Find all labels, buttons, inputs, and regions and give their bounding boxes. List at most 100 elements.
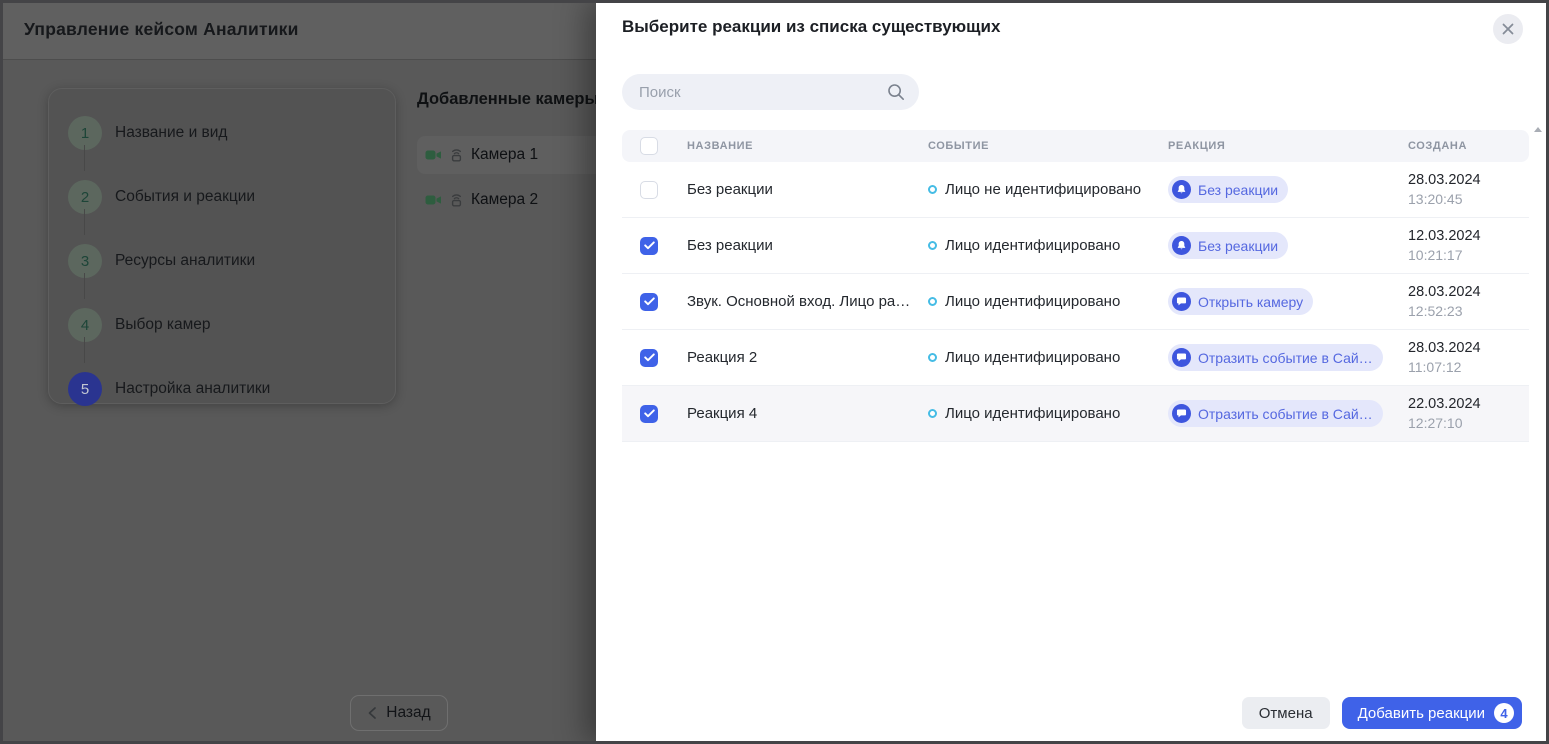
column-header-reaction: РЕАКЦИЯ xyxy=(1168,140,1408,152)
event-name: Лицо идентифицировано xyxy=(945,293,1120,310)
selected-count-badge: 4 xyxy=(1494,703,1514,723)
table-row[interactable]: Без реакции Лицо не идентифицировано Без… xyxy=(622,162,1529,218)
reaction-badge-label: Отразить событие в Сай… xyxy=(1198,350,1373,366)
x-icon xyxy=(1502,23,1514,35)
reaction-badge-label: Отразить событие в Сай… xyxy=(1198,406,1373,422)
step-4-camera-selection[interactable]: 4 Выбор камер xyxy=(68,293,395,357)
event-name: Лицо идентифицировано xyxy=(945,405,1120,422)
table-row[interactable]: Реакция 2 Лицо идентифицировано Отразить… xyxy=(622,330,1529,386)
network-device-icon xyxy=(448,192,465,208)
reaction-badge: Отразить событие в Сай… xyxy=(1168,344,1383,371)
event-status-dot-icon xyxy=(928,409,937,418)
check-icon xyxy=(644,241,655,250)
step-connector xyxy=(84,273,85,299)
step-3-circle: 3 xyxy=(68,244,102,278)
created-date: 22.03.2024 xyxy=(1408,396,1529,412)
select-reactions-modal: Выберите реакции из списка существующих … xyxy=(596,0,1549,744)
reaction-badge: Без реакции xyxy=(1168,232,1288,259)
video-camera-icon xyxy=(425,148,442,162)
step-5-analytics-settings[interactable]: 5 Настройка аналитики xyxy=(68,357,395,421)
event-name: Лицо не идентифицировано xyxy=(945,181,1141,198)
step-1-label: Название и вид xyxy=(115,124,227,142)
reaction-name: Реакция 4 xyxy=(687,405,928,422)
bell-icon xyxy=(1172,236,1191,255)
search-box xyxy=(622,74,919,110)
added-cameras-title: Добавленные камеры xyxy=(417,90,599,109)
select-all-checkbox[interactable] xyxy=(640,137,658,155)
event-name: Лицо идентифицировано xyxy=(945,349,1120,366)
table-row[interactable]: Реакция 4 Лицо идентифицировано Отразить… xyxy=(622,386,1529,442)
created-date: 28.03.2024 xyxy=(1408,172,1529,188)
chat-bubble-icon xyxy=(1172,348,1191,367)
step-3-analytics-resources[interactable]: 3 Ресурсы аналитики xyxy=(68,229,395,293)
check-icon xyxy=(644,409,655,418)
step-3-label: Ресурсы аналитики xyxy=(115,252,255,270)
reaction-badge-label: Открыть камеру xyxy=(1198,294,1303,310)
add-reactions-label: Добавить реакции xyxy=(1358,705,1485,722)
step-connector xyxy=(84,209,85,235)
created-time: 12:52:23 xyxy=(1408,303,1529,319)
column-header-created: СОЗДАНА xyxy=(1408,140,1529,152)
reaction-badge-label: Без реакции xyxy=(1198,182,1278,198)
reactions-table: НАЗВАНИЕ СОБЫТИЕ РЕАКЦИЯ СОЗДАНА Без реа… xyxy=(622,130,1529,442)
step-2-label: События и реакции xyxy=(115,188,255,206)
row-checkbox[interactable] xyxy=(640,349,658,367)
reaction-badge: Отразить событие в Сай… xyxy=(1168,400,1383,427)
page-title: Управление кейсом Аналитики xyxy=(24,19,299,40)
search-input[interactable] xyxy=(622,84,887,101)
table-row[interactable]: Без реакции Лицо идентифицировано Без ре… xyxy=(622,218,1529,274)
column-header-name: НАЗВАНИЕ xyxy=(687,140,928,152)
reaction-name: Реакция 2 xyxy=(687,349,928,366)
video-camera-icon xyxy=(425,193,442,207)
step-5-label: Настройка аналитики xyxy=(115,380,270,398)
reaction-badge: Открыть камеру xyxy=(1168,288,1313,315)
magnifier-icon[interactable] xyxy=(887,83,919,101)
chat-bubble-icon xyxy=(1172,292,1191,311)
step-4-label: Выбор камер xyxy=(115,316,211,334)
bell-icon xyxy=(1172,180,1191,199)
table-row[interactable]: Звук. Основной вход. Лицо ра… Лицо идент… xyxy=(622,274,1529,330)
created-date: 28.03.2024 xyxy=(1408,340,1529,356)
back-button-label: Назад xyxy=(386,704,430,722)
reaction-name: Без реакции xyxy=(687,181,928,198)
row-checkbox[interactable] xyxy=(640,181,658,199)
reaction-badge: Без реакции xyxy=(1168,176,1288,203)
step-2-events-reactions[interactable]: 2 События и реакции xyxy=(68,165,395,229)
camera-list-item-2[interactable]: Камера 2 xyxy=(417,181,617,219)
row-checkbox[interactable] xyxy=(640,237,658,255)
camera-label: Камера 1 xyxy=(471,146,538,164)
step-1-name-and-type[interactable]: 1 Название и вид xyxy=(68,101,395,165)
table-header-row: НАЗВАНИЕ СОБЫТИЕ РЕАКЦИЯ СОЗДАНА xyxy=(622,130,1529,162)
scrollbar-up-arrow-icon[interactable] xyxy=(1534,127,1542,132)
event-status-dot-icon xyxy=(928,241,937,250)
wizard-stepper: 1 Название и вид 2 События и реакции 3 Р… xyxy=(48,88,396,404)
step-4-circle: 4 xyxy=(68,308,102,342)
event-status-dot-icon xyxy=(928,353,937,362)
created-time: 13:20:45 xyxy=(1408,191,1529,207)
created-time: 11:07:12 xyxy=(1408,359,1529,375)
step-2-circle: 2 xyxy=(68,180,102,214)
step-5-circle: 5 xyxy=(68,372,102,406)
add-reactions-button[interactable]: Добавить реакции 4 xyxy=(1342,697,1522,729)
step-connector xyxy=(84,145,85,171)
row-checkbox[interactable] xyxy=(640,293,658,311)
reaction-name: Без реакции xyxy=(687,237,928,254)
cancel-button[interactable]: Отмена xyxy=(1242,697,1330,729)
network-device-icon xyxy=(448,147,465,163)
column-header-event: СОБЫТИЕ xyxy=(928,140,1168,152)
created-time: 12:27:10 xyxy=(1408,415,1529,431)
chat-bubble-icon xyxy=(1172,404,1191,423)
close-button[interactable] xyxy=(1493,14,1523,44)
row-checkbox[interactable] xyxy=(640,405,658,423)
chevron-left-icon xyxy=(367,706,377,720)
modal-title: Выберите реакции из списка существующих xyxy=(622,17,1000,37)
reaction-name: Звук. Основной вход. Лицо ра… xyxy=(687,293,928,310)
check-icon xyxy=(644,353,655,362)
camera-list-item-1[interactable]: Камера 1 xyxy=(417,136,617,174)
back-button[interactable]: Назад xyxy=(350,695,448,731)
check-icon xyxy=(644,297,655,306)
modal-footer: Отмена Добавить реакции 4 xyxy=(1242,697,1522,729)
created-date: 28.03.2024 xyxy=(1408,284,1529,300)
event-name: Лицо идентифицировано xyxy=(945,237,1120,254)
created-date: 12.03.2024 xyxy=(1408,228,1529,244)
